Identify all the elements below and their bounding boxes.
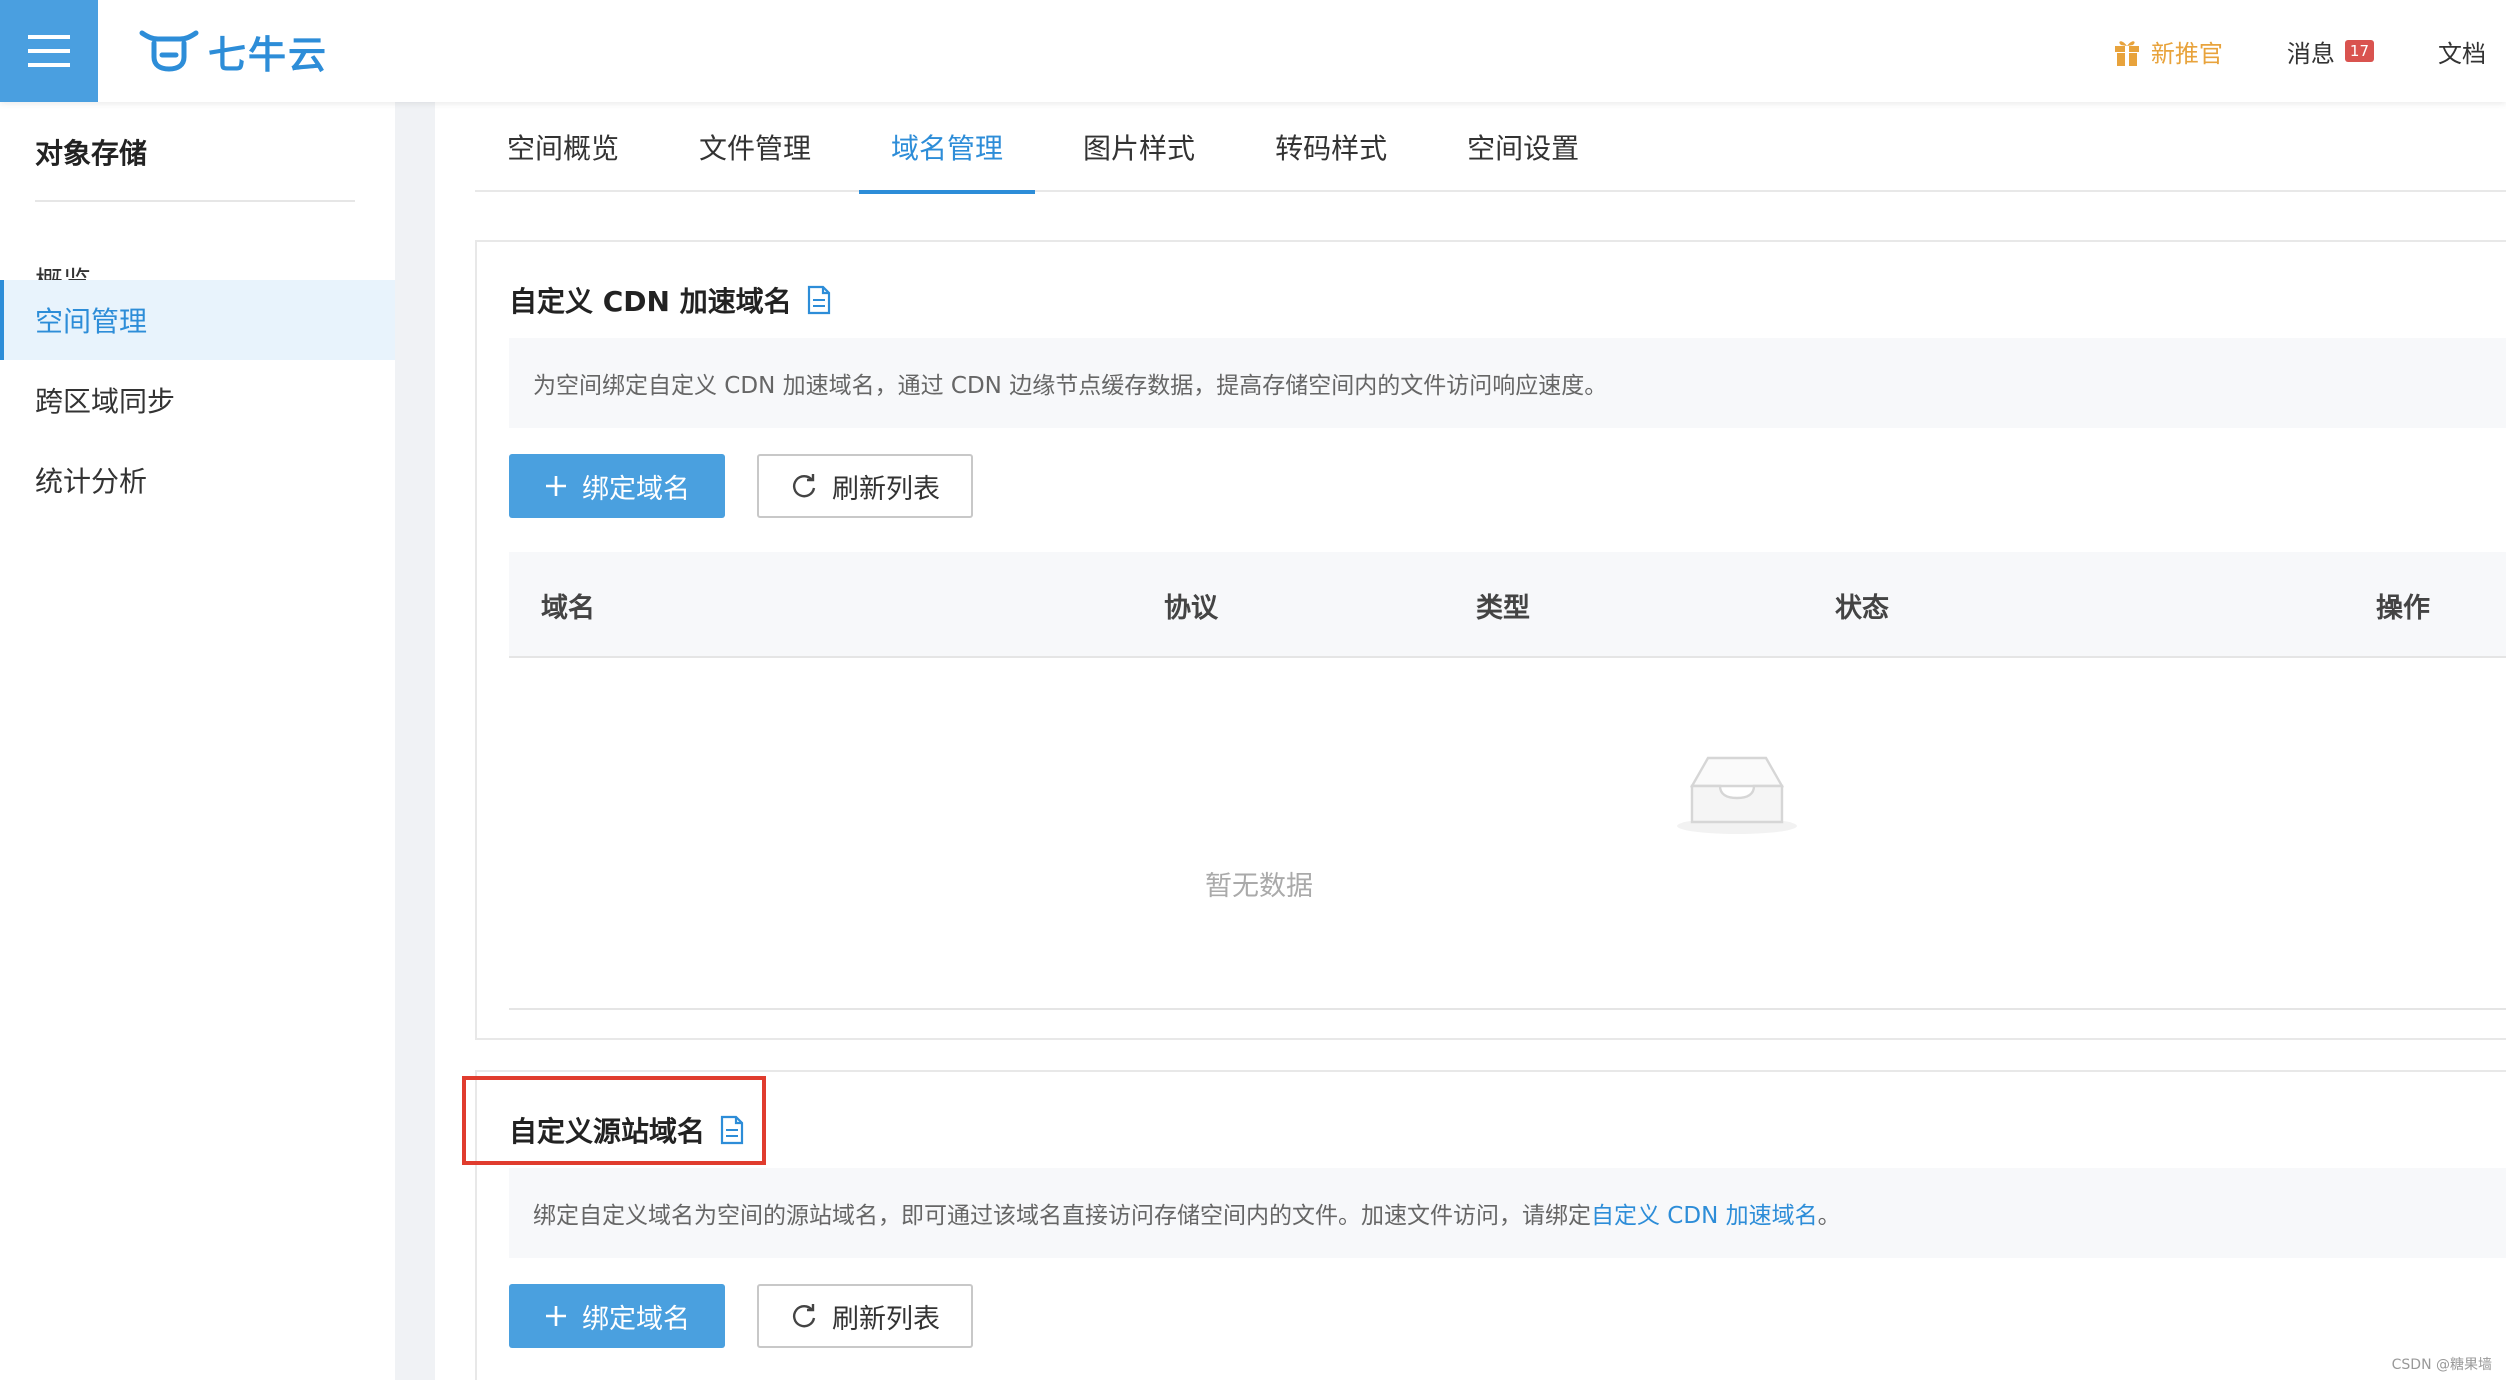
gift-icon: [2114, 41, 2139, 66]
column-header-protocol: 协议: [1164, 592, 1218, 624]
cdn-button-row: 绑定域名 刷新列表: [509, 454, 973, 518]
column-header-type: 类型: [1476, 592, 1530, 624]
origin-refresh-list-label: 刷新列表: [832, 1303, 940, 1335]
top-right-nav: 新推官 消息 17 文档: [2113, 0, 2486, 102]
column-header-domain: 域名: [541, 592, 595, 624]
watermark: CSDN @糖果墙: [2391, 1357, 2492, 1373]
cdn-bind-domain-label: 绑定域名: [582, 473, 690, 505]
annotation-highlight-box: [462, 1076, 766, 1165]
refresh-icon: [793, 474, 816, 498]
messages-link[interactable]: 消息 17: [2287, 34, 2374, 69]
cdn-domain-card: 自定义 CDN 加速域名 为空间绑定自定义 CDN 加速域名，通过 CDN 边缘…: [475, 240, 2506, 1040]
messages-count-badge: 17: [2344, 40, 2374, 62]
cdn-refresh-list-label: 刷新列表: [832, 473, 940, 505]
cdn-domain-link[interactable]: 自定义 CDN 加速域名: [1591, 1196, 1818, 1230]
sidebar-item-cross-region-sync[interactable]: 跨区域同步: [0, 360, 395, 440]
column-header-status: 状态: [1835, 592, 1889, 624]
promo-label: 新推官: [2150, 39, 2223, 68]
origin-section-description: 绑定自定义域名为空间的源站域名，即可通过该域名直接访问存储空间内的文件。加速文件…: [509, 1168, 2506, 1258]
origin-domain-card: 自定义源站域名 绑定自定义域名为空间的源站域名，即可通过该域名直接访问存储空间内…: [475, 1070, 2506, 1380]
tab-bar: 空间概览 文件管理 域名管理 图片样式 转码样式 空间设置: [475, 102, 2506, 194]
tab-bucket-overview[interactable]: 空间概览: [475, 102, 651, 192]
tab-bucket-settings[interactable]: 空间设置: [1435, 102, 1611, 192]
origin-description-suffix: 。: [1817, 1203, 1841, 1229]
cdn-section-description: 为空间绑定自定义 CDN 加速域名，通过 CDN 边缘节点缓存数据，提高存储空间…: [509, 338, 2506, 428]
tab-transcode-styles[interactable]: 转码样式: [1243, 102, 1419, 192]
top-bar: 七牛云 新推官 消息 17 文档: [0, 0, 2506, 102]
origin-description-text: 绑定自定义域名为空间的源站域名，即可通过该域名直接访问存储空间内的文件。加速文件…: [533, 1203, 1591, 1229]
messages-label: 消息: [2286, 39, 2335, 68]
empty-state-text: 暂无数据: [1205, 871, 1313, 902]
sidebar-item-label: 统计分析: [35, 465, 148, 498]
cdn-section-title: 自定义 CDN 加速域名: [509, 280, 832, 320]
tab-file-management[interactable]: 文件管理: [667, 102, 843, 192]
origin-refresh-list-button[interactable]: 刷新列表: [757, 1284, 973, 1348]
column-header-actions: 操作: [2376, 592, 2430, 624]
sidebar-item-bucket-management[interactable]: 空间管理: [0, 280, 395, 360]
tab-domain-management[interactable]: 域名管理: [859, 102, 1036, 194]
plus-icon: [546, 476, 566, 496]
logo[interactable]: 七牛云: [138, 26, 329, 77]
cdn-refresh-list-button[interactable]: 刷新列表: [757, 454, 973, 518]
docs-link[interactable]: 文档: [2438, 34, 2486, 69]
main-content: 空间概览 文件管理 域名管理 图片样式 转码样式 空间设置 自定义 CDN 加速…: [435, 102, 2506, 1380]
plus-icon: [546, 1306, 566, 1326]
logo-text: 七牛云: [208, 32, 329, 77]
sidebar: 对象存储 概览 空间管理 跨区域同步 统计分析: [0, 102, 395, 1380]
domain-table-header: 域名 协议 类型 状态 操作: [509, 552, 2506, 658]
cdn-bind-domain-button[interactable]: 绑定域名: [509, 454, 725, 518]
sidebar-divider: [35, 200, 355, 202]
document-icon[interactable]: [806, 285, 832, 315]
origin-bind-domain-button[interactable]: 绑定域名: [509, 1284, 725, 1348]
domain-table-empty-state: 暂无数据: [509, 660, 2506, 1010]
sidebar-item-label: 空间管理: [35, 305, 148, 338]
gutter: [395, 102, 435, 1380]
cdn-section-title-text: 自定义 CDN 加速域名: [509, 285, 792, 318]
tab-image-styles[interactable]: 图片样式: [1051, 102, 1227, 192]
docs-label: 文档: [2438, 39, 2486, 68]
promo-link[interactable]: 新推官: [2113, 34, 2223, 69]
sidebar-item-statistics[interactable]: 统计分析: [0, 440, 395, 520]
refresh-icon: [793, 1304, 816, 1328]
empty-inbox-icon: [1677, 756, 1797, 834]
sidebar-title: 对象存储: [35, 137, 148, 170]
menu-icon: [28, 35, 70, 67]
origin-button-row: 绑定域名 刷新列表: [509, 1284, 973, 1348]
qiniu-logo-icon: [139, 30, 199, 72]
hamburger-menu-button[interactable]: [0, 0, 98, 102]
sidebar-item-label: 跨区域同步: [35, 385, 176, 418]
origin-bind-domain-label: 绑定域名: [582, 1303, 690, 1335]
